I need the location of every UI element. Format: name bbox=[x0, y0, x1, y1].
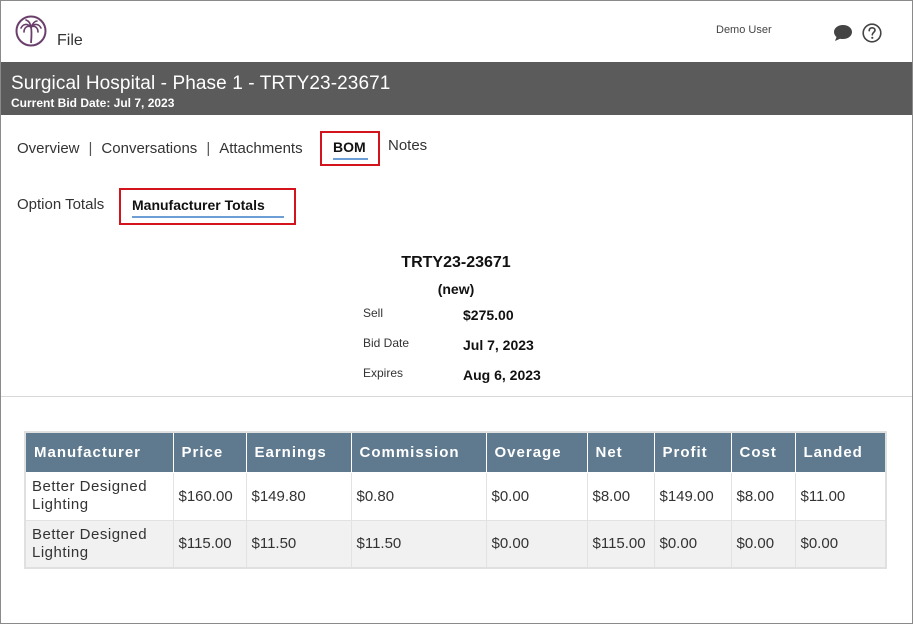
expires-value: Aug 6, 2023 bbox=[463, 367, 541, 383]
project-title: Surgical Hospital - Phase 1 - TRTY23-236… bbox=[11, 73, 391, 94]
price-cell: $115.00 bbox=[172, 519, 247, 569]
column-header[interactable]: Profit bbox=[653, 431, 732, 473]
manufacturer-cell: Better Designed Lighting bbox=[24, 519, 174, 569]
manufacturer-cell: Better Designed Lighting bbox=[24, 471, 174, 521]
subtab-option-totals[interactable]: Option Totals bbox=[17, 196, 104, 213]
bid-number: TRTY23-23671 bbox=[401, 254, 511, 271]
user-name[interactable]: Demo User bbox=[716, 24, 772, 36]
tab-conversations[interactable]: Conversations bbox=[101, 140, 197, 157]
landed-cell: $11.00 bbox=[794, 471, 887, 521]
column-header[interactable]: Net bbox=[586, 431, 655, 473]
expires-label: Expires bbox=[363, 366, 404, 380]
commission-cell: $11.50 bbox=[350, 519, 487, 569]
tab-bom[interactable]: BOM bbox=[333, 139, 366, 155]
profit-cell: $0.00 bbox=[653, 519, 732, 569]
tab-notes[interactable]: Notes bbox=[388, 137, 427, 154]
table-row: Better Designed Lighting $115.00 $11.50 … bbox=[24, 519, 887, 569]
sell-value: $275.00 bbox=[463, 307, 514, 323]
manufacturer-totals-table: Manufacturer Price Earnings Commission O… bbox=[24, 431, 887, 569]
tab-attachments[interactable]: Attachments bbox=[219, 140, 302, 157]
question-circle-icon[interactable] bbox=[862, 23, 882, 43]
commission-cell: $0.80 bbox=[350, 471, 487, 521]
tab-separator: | bbox=[88, 139, 93, 157]
net-cell: $115.00 bbox=[586, 519, 655, 569]
cost-cell: $8.00 bbox=[730, 471, 796, 521]
tab-separator: | bbox=[206, 139, 211, 157]
earnings-cell: $149.80 bbox=[245, 471, 352, 521]
project-title-band: Surgical Hospital - Phase 1 - TRTY23-236… bbox=[1, 62, 912, 115]
palm-tree-logo-icon[interactable] bbox=[15, 15, 47, 47]
section-divider bbox=[1, 396, 912, 397]
price-cell: $160.00 bbox=[172, 471, 247, 521]
bid-date-label: Bid Date bbox=[363, 336, 410, 350]
net-cell: $8.00 bbox=[586, 471, 655, 521]
column-header[interactable]: Manufacturer bbox=[24, 431, 174, 473]
cost-cell: $0.00 bbox=[730, 519, 796, 569]
column-header[interactable]: Earnings bbox=[245, 431, 352, 473]
bid-date-value: Jul 7, 2023 bbox=[463, 337, 534, 353]
table-header-row: Manufacturer Price Earnings Commission O… bbox=[24, 431, 887, 473]
table-row: Better Designed Lighting $160.00 $149.80… bbox=[24, 471, 887, 521]
subtab-underline bbox=[132, 216, 284, 218]
sell-label: Sell bbox=[363, 306, 384, 320]
overage-cell: $0.00 bbox=[485, 471, 588, 521]
file-menu[interactable]: File bbox=[57, 32, 83, 50]
column-header[interactable]: Commission bbox=[350, 431, 487, 473]
column-header[interactable]: Cost bbox=[730, 431, 796, 473]
landed-cell: $0.00 bbox=[794, 519, 887, 569]
subtab-manufacturer-totals[interactable]: Manufacturer Totals bbox=[132, 197, 265, 213]
column-header[interactable]: Price bbox=[172, 431, 247, 473]
top-header: File Demo User bbox=[0, 0, 913, 62]
main-tabs: Overview | Conversations | Attachments bbox=[17, 137, 303, 159]
column-header[interactable]: Landed bbox=[794, 431, 887, 473]
tab-overview[interactable]: Overview bbox=[17, 140, 80, 157]
profit-cell: $149.00 bbox=[653, 471, 732, 521]
chat-bubble-icon[interactable] bbox=[833, 24, 853, 42]
current-bid-date: Current Bid Date: Jul 7, 2023 bbox=[11, 96, 175, 110]
column-header[interactable]: Overage bbox=[485, 431, 588, 473]
bid-status: (new) bbox=[437, 281, 475, 297]
earnings-cell: $11.50 bbox=[245, 519, 352, 569]
tab-bom-underline bbox=[333, 158, 368, 160]
overage-cell: $0.00 bbox=[485, 519, 588, 569]
